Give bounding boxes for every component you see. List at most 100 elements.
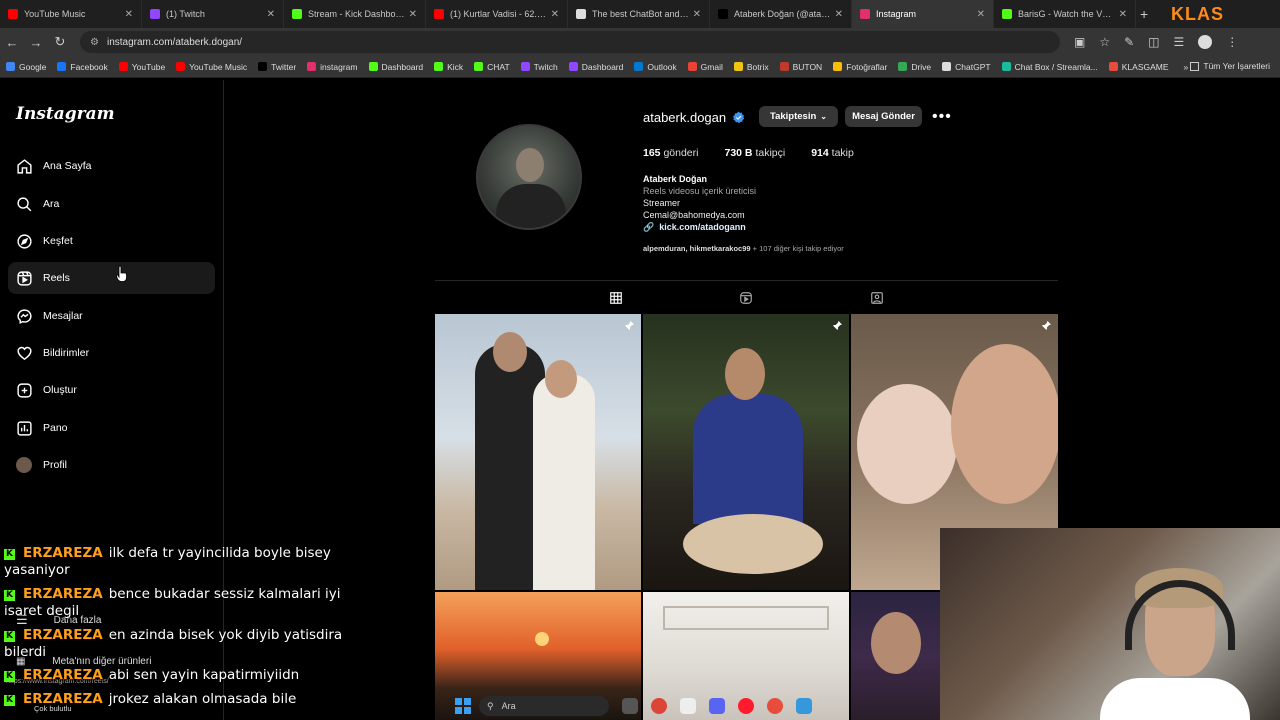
sidebar-item-dashboard[interactable]: Pano	[8, 412, 215, 444]
bookmark-label: KLASGAME	[1121, 61, 1169, 72]
bookmark-item[interactable]: Twitch	[520, 62, 558, 72]
more-bookmarks-icon[interactable]: »	[1184, 62, 1189, 72]
bookmark-star-icon[interactable]: ☆	[1099, 35, 1110, 49]
forward-icon[interactable]: →	[24, 35, 48, 50]
tab-close-icon[interactable]: ✕	[267, 9, 275, 20]
browser-tab[interactable]: Stream - Kick Dashboard ✕	[284, 0, 426, 28]
tab-close-icon[interactable]: ✕	[835, 9, 843, 20]
bookmark-item[interactable]: Google	[6, 62, 46, 72]
bookmark-item[interactable]: Drive	[898, 62, 931, 72]
bookmark-item[interactable]: Dashboard	[368, 62, 423, 72]
more-options-icon[interactable]: •••	[932, 108, 952, 126]
profile-picture[interactable]	[476, 124, 582, 230]
bookmark-item[interactable]: Twitter	[258, 62, 296, 72]
bookmark-item[interactable]: Facebook	[57, 62, 108, 72]
bookmark-favicon-icon	[779, 62, 789, 71]
following-label: takip	[831, 147, 854, 159]
menu-icon[interactable]: ⋮	[1226, 35, 1238, 49]
message-button[interactable]: Mesaj Gönder	[845, 106, 922, 127]
browser-tab[interactable]: (1) Kurtlar Vadisi - 62. Bölü ✕	[426, 0, 568, 28]
followed-by-users: alpemduran, hikmetkarakoc99	[643, 244, 751, 253]
bookmark-item[interactable]: Dashboard	[568, 61, 624, 72]
reload-icon[interactable]: ↻	[48, 34, 72, 50]
taskbar-app-icon[interactable]	[680, 698, 696, 714]
sidebar-item-label: Reels	[43, 272, 70, 284]
back-icon[interactable]: ←	[0, 35, 24, 50]
browser-tab[interactable]: BarisG - Watch the VOD o ✕	[994, 0, 1136, 28]
tab-close-icon[interactable]: ✕	[693, 9, 701, 20]
bookmark-item[interactable]: BUTON	[779, 61, 823, 72]
bookmark-item[interactable]: Outlook	[634, 62, 677, 72]
bookmark-item[interactable]: YouTube	[118, 62, 165, 72]
sidebar-item-profile[interactable]: Profil	[8, 449, 215, 481]
tab-title: Ataberk Doğan (@atadog	[734, 9, 831, 19]
tab-close-icon[interactable]: ✕	[551, 9, 559, 20]
bio-line: Streamer	[643, 198, 681, 208]
opera-icon[interactable]	[738, 698, 754, 714]
browser-tab[interactable]: (1) Twitch ✕	[142, 0, 284, 28]
url-input[interactable]: ⚙ instagram.com/ataberk.dogan/	[80, 31, 1060, 53]
taskbar-app-icon[interactable]	[622, 698, 638, 714]
sidebar-item-label: Keşfet	[43, 235, 73, 247]
sidebar-item-messages[interactable]: Mesajlar	[8, 300, 215, 332]
sidebar-item-create[interactable]: Oluştur	[8, 374, 215, 406]
following-stat[interactable]: 914 takip	[811, 147, 854, 159]
bookmark-item[interactable]: Fotoğraflar	[833, 62, 887, 72]
posts-grid-icon[interactable]	[608, 291, 624, 305]
profile-avatar	[16, 457, 32, 473]
bookmark-item[interactable]: Chat Box / Streamla...	[1001, 62, 1098, 72]
windows-start-icon[interactable]	[455, 698, 471, 714]
new-tab-icon[interactable]: +	[1140, 6, 1148, 22]
bookmark-item[interactable]: Kick	[434, 62, 463, 72]
browser-tab[interactable]: Ataberk Doğan (@atadog ✕	[710, 0, 852, 28]
sidebar-item-search[interactable]: Ara	[8, 188, 215, 220]
profile-link[interactable]: 🔗 kick.com/atadogann	[643, 221, 756, 233]
bookmark-label: ChatGPT	[955, 61, 991, 72]
sidebar-item-explore[interactable]: Keşfet	[8, 225, 215, 257]
sidebar-item-notifications[interactable]: Bildirimler	[8, 337, 215, 369]
browser-tab[interactable]: The best ChatBot and Wid ✕	[568, 0, 710, 28]
bookmark-item[interactable]: Botrix	[733, 62, 769, 72]
account-avatar[interactable]	[1198, 35, 1213, 49]
post-tile[interactable]	[851, 592, 941, 720]
bookmark-item[interactable]: YouTube Music	[176, 62, 247, 72]
tagged-tab-icon[interactable]	[869, 291, 885, 305]
post-tile[interactable]	[435, 314, 641, 590]
tab-close-icon[interactable]: ✕	[409, 9, 417, 20]
following-button[interactable]: Takiptesin ⌄	[759, 106, 838, 127]
bookmark-item[interactable]: CHAT	[474, 62, 510, 72]
posts-stat[interactable]: 165 gönderi	[643, 147, 698, 159]
followers-stat[interactable]: 730 B takipçi	[724, 147, 785, 159]
sidepanel-icon[interactable]: ◫	[1148, 35, 1159, 49]
chat-text: abi sen yayin kapatirmiyiidn	[108, 667, 300, 683]
sidebar-item-reels[interactable]: Reels	[8, 262, 215, 294]
chrome-icon[interactable]	[651, 698, 667, 714]
browser-tab[interactable]: Instagram ✕	[852, 0, 994, 28]
hand-cursor-icon	[116, 266, 127, 282]
instagram-logo[interactable]: Instagram	[16, 104, 115, 124]
bookmark-item[interactable]: Gmail	[687, 62, 723, 72]
bookmark-item[interactable]: instagram	[307, 62, 358, 72]
taskbar-app-icon[interactable]	[767, 698, 783, 714]
tab-close-icon[interactable]: ✕	[125, 9, 133, 20]
bookmark-label: BUTON	[792, 61, 823, 72]
media-icon[interactable]: ☰	[1174, 35, 1185, 49]
followed-by[interactable]: alpemduran, hikmetkarakoc99 + 107 diğer …	[643, 244, 844, 253]
discord-icon[interactable]	[709, 698, 725, 714]
bookmark-label: Dashboard	[581, 61, 624, 72]
following-count: 914	[811, 147, 829, 159]
all-bookmarks[interactable]: Tüm Yer İşaretleri	[1190, 61, 1270, 71]
bookmark-item[interactable]: KLASGAME	[1108, 61, 1169, 72]
tab-close-icon[interactable]: ✕	[1119, 9, 1127, 20]
taskbar-app-icon[interactable]	[796, 698, 812, 714]
post-tile[interactable]	[643, 314, 849, 590]
install-app-icon[interactable]: ▣	[1074, 35, 1085, 49]
tab-close-icon[interactable]: ✕	[977, 9, 985, 20]
extensions-icon[interactable]: ✎	[1124, 35, 1134, 49]
taskbar-search[interactable]: ⚲ Ara	[479, 696, 609, 716]
site-info-icon[interactable]: ⚙	[90, 37, 99, 48]
bookmark-item[interactable]: ChatGPT	[942, 61, 991, 72]
sidebar-item-home[interactable]: Ana Sayfa	[8, 150, 215, 182]
browser-tab[interactable]: YouTube Music ✕	[0, 0, 142, 28]
reels-tab-icon[interactable]	[738, 291, 754, 305]
